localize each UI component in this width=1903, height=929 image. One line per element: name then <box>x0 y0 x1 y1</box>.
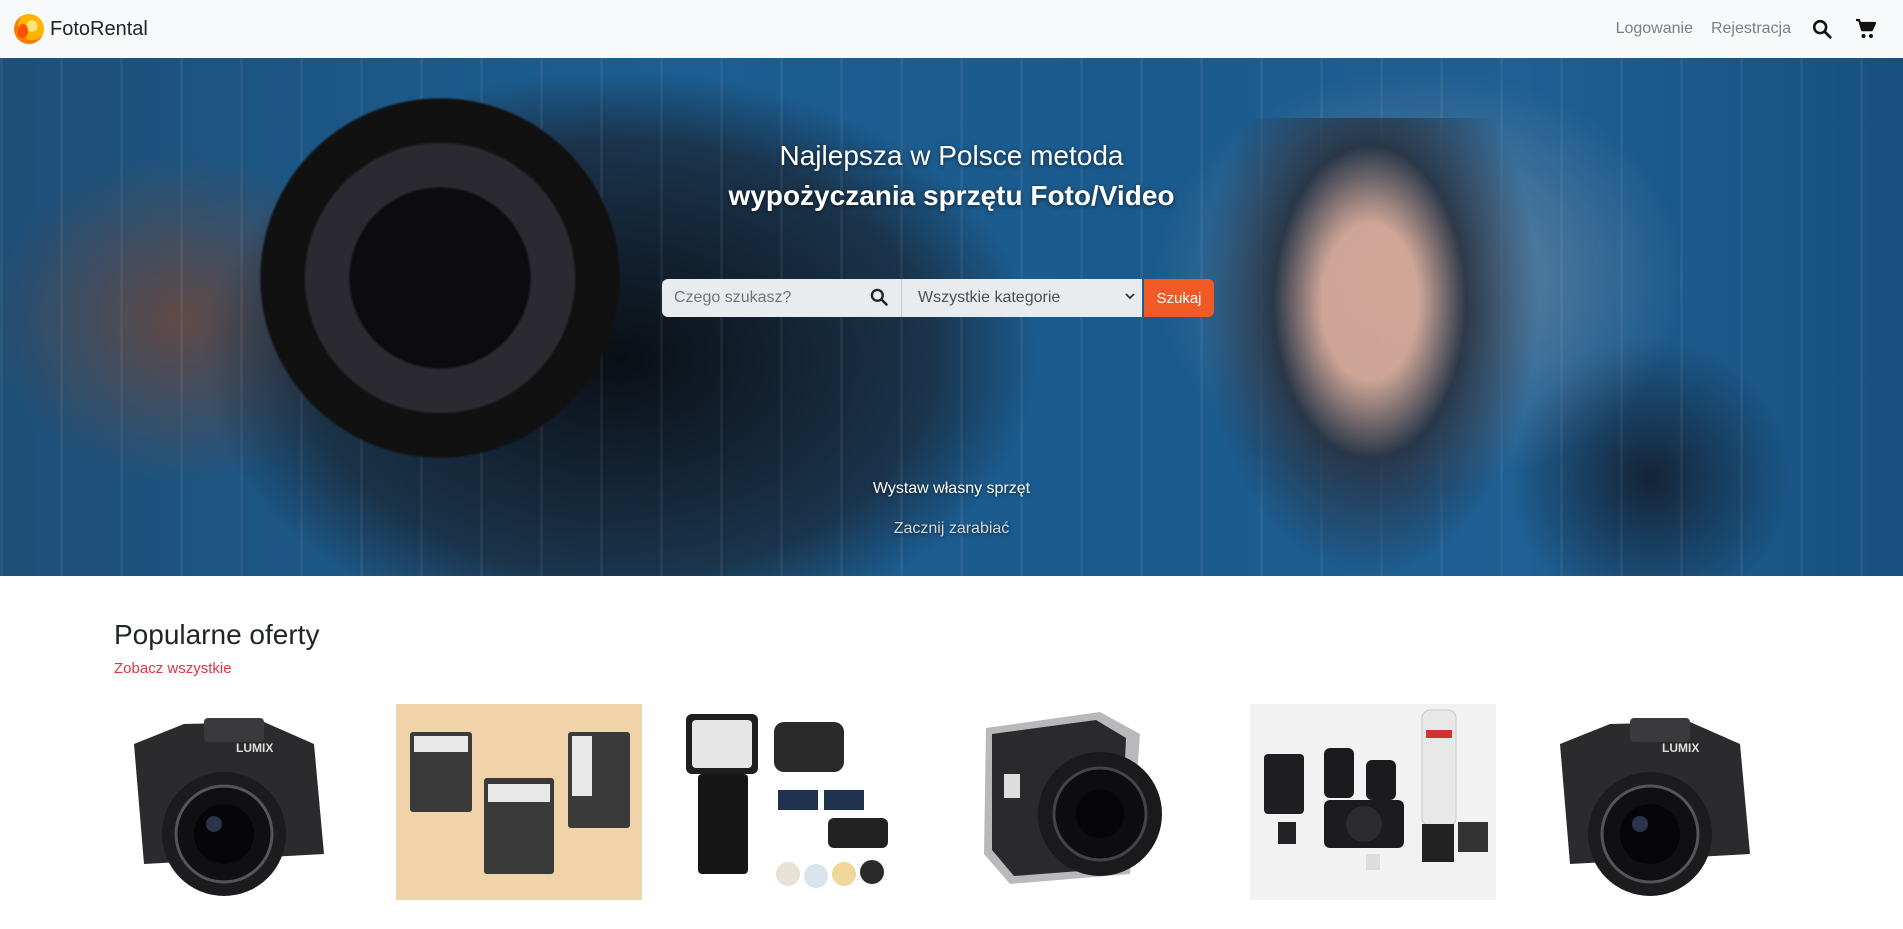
offer-card-flash-kit[interactable] <box>678 704 924 900</box>
hero-camera-image <box>230 68 650 488</box>
brand-name: FotoRental <box>50 17 148 40</box>
search-input-wrap <box>662 279 902 317</box>
camera-image: LUMIX <box>114 704 360 900</box>
list-own-equipment-text: Wystaw własny sprzęt <box>872 480 1031 497</box>
register-link[interactable]: Rejestracja <box>1711 20 1791 38</box>
storage-cards-image <box>396 704 642 900</box>
camera-image: LUMIX <box>1540 704 1786 900</box>
hero-title-line2: wypożyczania sprzętu Foto/Video <box>728 180 1175 211</box>
start-earning-link[interactable]: Zacznij zarabiać <box>0 520 1903 538</box>
nav-right: Logowanie Rejestracja <box>1598 0 1879 58</box>
search-button[interactable]: Szukaj <box>1144 279 1214 317</box>
hero-title: Najlepsza w Polsce metoda wypożyczania s… <box>0 136 1903 216</box>
hero-banner: Najlepsza w Polsce metoda wypożyczania s… <box>0 58 1903 576</box>
svg-text:LUMIX: LUMIX <box>236 741 273 755</box>
search-icon[interactable] <box>869 287 889 312</box>
hero-title-line1: Najlepsza w Polsce metoda <box>779 140 1124 171</box>
category-select[interactable]: Wszystkie kategorie <box>902 279 1142 317</box>
offer-card-lumix-camera[interactable]: LUMIX <box>114 704 360 900</box>
cart-icon[interactable] <box>1853 16 1879 42</box>
offer-card-sandbox-storage[interactable] <box>396 704 642 900</box>
svg-text:LUMIX: LUMIX <box>1662 741 1699 755</box>
offer-card-sony-kit[interactable] <box>1250 704 1496 900</box>
brand-logo-icon <box>14 14 44 44</box>
hasselblad-image <box>970 704 1216 900</box>
offer-card-hasselblad-camera[interactable] <box>970 704 1216 900</box>
offers-list: LUMIX LUMIX <box>114 704 1794 900</box>
chevron-down-icon <box>1124 289 1136 307</box>
sony-kit-image <box>1250 704 1496 900</box>
category-select-value: Wszystkie kategorie <box>918 289 1061 306</box>
popular-offers-title: Popularne oferty <box>114 619 320 650</box>
offer-card-lumix-camera-2[interactable]: LUMIX <box>1540 704 1786 900</box>
search-icon[interactable] <box>1809 16 1835 42</box>
see-all-link[interactable]: Zobacz wszystkie <box>114 660 232 677</box>
navbar: FotoRental Logowanie Rejestracja <box>0 0 1903 58</box>
search-input[interactable] <box>662 279 862 317</box>
brand-link[interactable]: FotoRental <box>14 14 148 44</box>
hero-search-bar: Wszystkie kategorie Szukaj <box>662 279 1214 317</box>
login-link[interactable]: Logowanie <box>1616 20 1693 38</box>
flash-kit-image <box>678 704 924 900</box>
